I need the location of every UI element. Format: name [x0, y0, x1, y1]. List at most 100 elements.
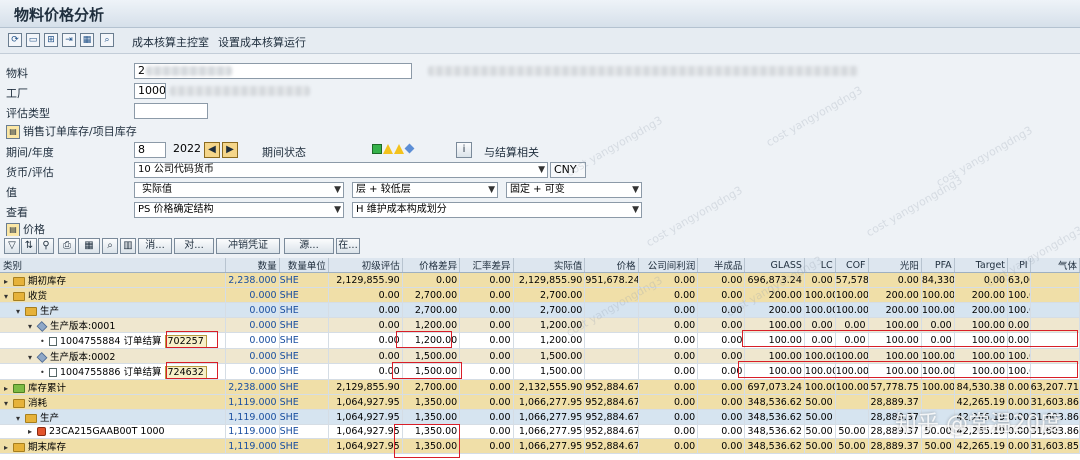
find-icon[interactable]: ⌕ — [102, 238, 118, 254]
expand-toggle-icon[interactable]: ▾ — [28, 322, 37, 331]
column-header[interactable]: 半成品 — [697, 258, 746, 273]
category-cell[interactable]: • 1004755886 订单结算 724632 — [0, 363, 227, 380]
expand-toggle-icon[interactable]: ▾ — [4, 292, 13, 301]
valuation-type-input[interactable] — [134, 103, 208, 119]
column-header[interactable]: 价格 — [584, 258, 639, 273]
category-cell[interactable]: • 1004755884 订单结算 702257 — [0, 332, 227, 349]
cost-component-select[interactable]: H 维护成本构成划分 ▼ — [352, 202, 642, 218]
reversal-document-button[interactable]: 冲销凭证 — [216, 238, 280, 254]
table-row[interactable]: • 1004755884 订单结算 702257 0.000 SHE 0.00 1,200… — [0, 332, 1080, 349]
expand-toggle-icon[interactable]: ▸ — [4, 384, 13, 393]
view-select[interactable]: PS 价格确定结构 ▼ — [134, 202, 344, 218]
value-cell: 348,536.62 — [744, 424, 805, 439]
column-header[interactable]: PFA — [921, 258, 955, 273]
column-header[interactable]: 初级评估 — [328, 258, 403, 273]
column-header[interactable]: 类别 — [0, 258, 227, 273]
column-header[interactable]: PI — [1007, 258, 1031, 273]
layout-table-icon[interactable]: ▦ — [78, 238, 100, 254]
table-row[interactable]: ▾ 生产 0.000 SHE 0.00 2,700.00 0.00 2,700.00 0.00 0… — [0, 302, 1080, 318]
expand-toggle-icon[interactable]: • — [40, 368, 49, 377]
print-icon[interactable]: ⎙ — [58, 238, 76, 254]
hierarchy-icon[interactable]: ⊞ — [44, 33, 58, 47]
value-cell: 100.00 — [1007, 348, 1031, 364]
column-header[interactable]: 价格差异 — [402, 258, 461, 273]
settlement-related-label: 与结算相关 — [484, 146, 539, 159]
refresh-icon[interactable]: ⟳ — [8, 33, 22, 47]
value-cell: SHE — [279, 379, 329, 395]
table-icon[interactable]: ▦ — [80, 33, 94, 47]
category-cell[interactable]: ▾ 消耗 — [0, 394, 227, 410]
value-cell: 2,129,855.90 — [328, 272, 403, 288]
plant-input[interactable]: 1000 — [134, 83, 166, 99]
expand-toggle-icon[interactable]: ▾ — [28, 353, 37, 362]
next-period-button[interactable]: ▶ — [222, 142, 238, 158]
table-row[interactable]: ▸ 期初库存 2,238.000 SHE 2,129,855.90 0.00 0.00 2,1… — [0, 272, 1080, 288]
value-cell: 50.00 — [804, 409, 836, 425]
category-label: 生产版本:0002 — [50, 352, 116, 363]
chart-icon[interactable]: ▥ — [120, 238, 136, 254]
category-cell[interactable]: ▸ 库存累计 — [0, 379, 227, 395]
table-row[interactable]: ▾ 生产版本:0002 0.000 SHE 0.00 1,500.00 0.00 1,500.… — [0, 348, 1080, 364]
currency-select[interactable]: 10 公司代码货币 ▼ — [134, 162, 548, 178]
column-header[interactable]: 数量单位 — [279, 258, 329, 273]
table-row[interactable]: ▸ 库存累计 2,238.000 SHE 2,129,855.90 2,700.00 0.0… — [0, 379, 1080, 395]
table-row[interactable]: ▾ 收货 0.000 SHE 0.00 2,700.00 0.00 2,700.00 0.00 0… — [0, 287, 1080, 303]
redacted-plant — [170, 86, 310, 96]
category-cell[interactable]: ▸ 期初库存 — [0, 272, 227, 288]
column-header[interactable]: 光阳 — [868, 258, 922, 273]
period-input[interactable]: 8 — [134, 142, 166, 158]
costing-run-link[interactable]: 设置成本核算运行 — [218, 34, 306, 50]
value-cell: 0.00 — [459, 363, 514, 380]
material-icon — [37, 427, 46, 436]
year-input[interactable]: 2022 — [170, 142, 200, 158]
previous-period-button[interactable]: ◀ — [204, 142, 220, 158]
order-number[interactable]: 724632 — [164, 366, 207, 379]
sort-icon[interactable]: ⇅ — [21, 238, 37, 254]
table-row[interactable]: • 1004755886 订单结算 724632 0.000 SHE 0.00 1,500… — [0, 363, 1080, 380]
source-button[interactable]: 源... — [284, 238, 334, 254]
expand-icon[interactable]: ▽ — [4, 238, 20, 254]
order-number[interactable]: 702257 — [164, 335, 207, 348]
category-cell[interactable]: ▾ 生产版本:0002 — [0, 348, 227, 364]
sales-order-stock-button[interactable]: ▤ 销售订单库存/项目库存 — [6, 123, 137, 139]
column-header[interactable]: 数量 — [225, 258, 280, 273]
category-cell[interactable]: ▾ 生产 — [0, 302, 227, 318]
column-header[interactable]: Target — [954, 258, 1009, 273]
category-cell[interactable]: ▾ 生产版本:0001 — [0, 317, 227, 333]
cost-cockpit-link[interactable]: 成本核算主控室 — [132, 34, 209, 50]
find-icon[interactable]: ⌕ — [100, 33, 114, 47]
expand-toggle-icon[interactable]: ▾ — [16, 414, 25, 423]
expand-toggle-icon[interactable]: ▸ — [28, 427, 37, 436]
price-section-button[interactable]: ▤ 价格 — [6, 221, 45, 237]
column-header[interactable]: 实际值 — [513, 258, 586, 273]
layout-icon[interactable]: ▭ — [26, 33, 40, 47]
table-row[interactable]: ▾ 生产版本:0001 0.000 SHE 0.00 1,200.00 0.00 1,200.… — [0, 317, 1080, 333]
column-header[interactable]: 公司间利润 — [638, 258, 699, 273]
column-header[interactable]: 汇率差异 — [459, 258, 514, 273]
category-cell[interactable]: ▾ 收货 — [0, 287, 227, 303]
category-cell[interactable]: ▸ 期末库存 — [0, 438, 227, 454]
expand-toggle-icon[interactable]: ▾ — [16, 307, 25, 316]
category-cell[interactable]: ▸ 23CA215GAAB00T 1000 — [0, 424, 227, 439]
reconcile-button[interactable]: 对... — [174, 238, 214, 254]
column-header[interactable]: GLASS — [744, 258, 805, 273]
value-cell: 0.00 — [638, 394, 699, 410]
expand-toggle-icon[interactable]: ▸ — [4, 443, 13, 452]
table-row[interactable]: ▸ 期末库存 1,119.000 SHE 1,064,927.95 1,350.00 0.0… — [0, 438, 1080, 454]
column-header[interactable]: COF — [835, 258, 869, 273]
expand-toggle-icon[interactable]: ▸ — [4, 277, 13, 286]
expand-toggle-icon[interactable]: • — [40, 337, 49, 346]
column-header[interactable]: LC — [804, 258, 836, 273]
expand-toggle-icon[interactable]: ▾ — [4, 399, 13, 408]
fixed-variable-select[interactable]: 固定 + 可变 ▼ — [506, 182, 642, 198]
category-cell[interactable]: ▾ 生产 — [0, 409, 227, 425]
more-button[interactable]: 在... — [336, 238, 360, 254]
value-cell: 0.00 — [921, 332, 955, 349]
consumption-button[interactable]: 消... — [138, 238, 172, 254]
value-select[interactable]: 实际值 ▼ — [134, 182, 344, 198]
export-icon[interactable]: ⇥ — [62, 33, 76, 47]
layer-select[interactable]: 层 + 较低层 ▼ — [352, 182, 498, 198]
column-header[interactable]: 气体 — [1030, 258, 1080, 273]
filter-icon[interactable]: ⚲ — [38, 238, 54, 254]
info-button[interactable]: i — [456, 142, 472, 158]
